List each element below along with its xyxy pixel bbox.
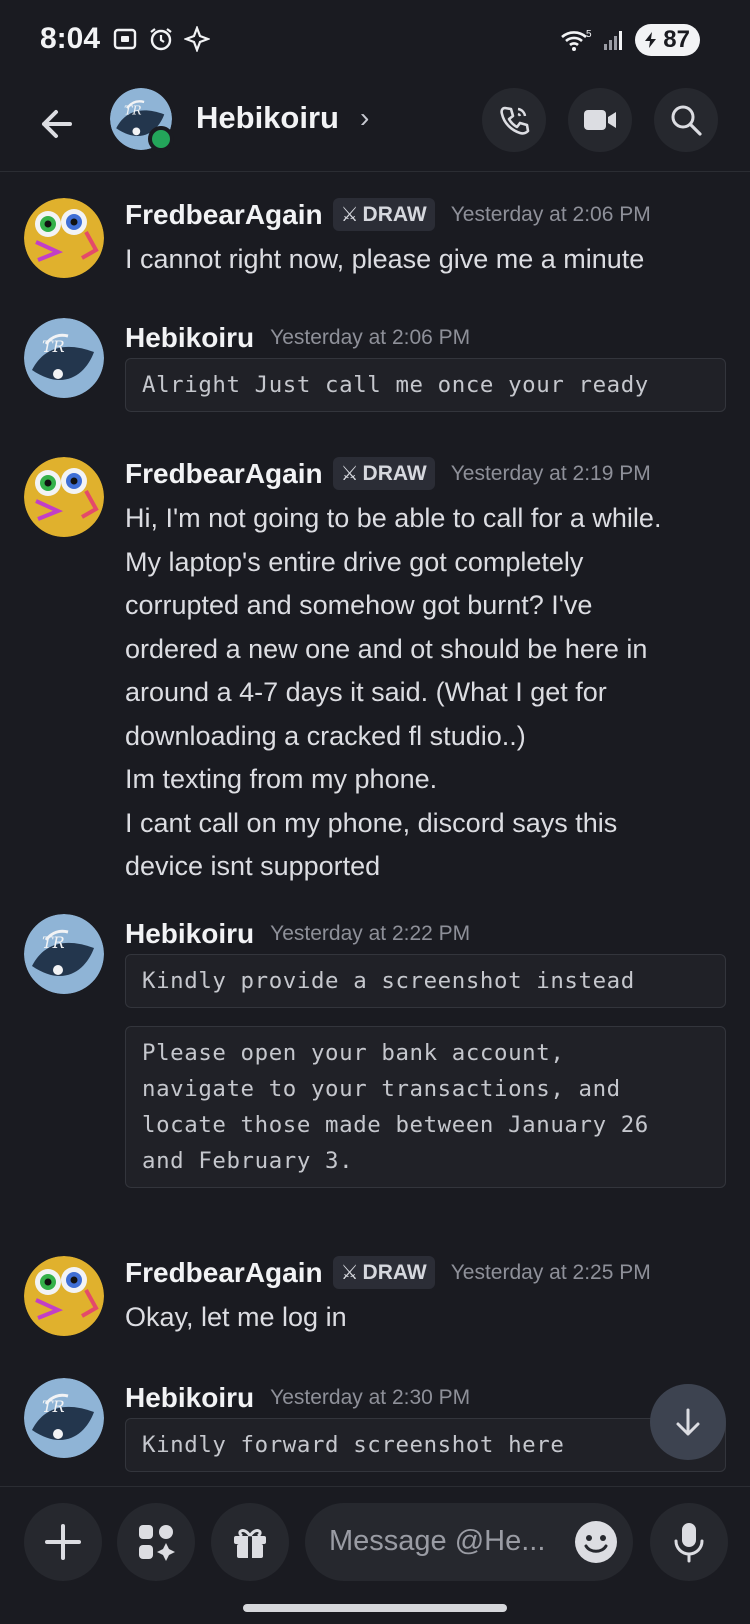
sword-icon: ⚔: [340, 204, 359, 226]
search-icon: [671, 105, 702, 136]
message-line: Hi, I'm not going to be able to call for…: [125, 503, 662, 533]
message-timestamp: Yesterday at 2:30 PM: [270, 1386, 471, 1409]
arrow-down-icon: [676, 1408, 700, 1436]
message-line: downloading a cracked fl studio..): [125, 720, 526, 751]
battery-indicator: 87: [635, 24, 700, 56]
message-timestamp: Yesterday at 2:19 PM: [450, 461, 651, 485]
svg-text:TR: TR: [42, 1397, 65, 1416]
svg-text:TR: TR: [42, 933, 65, 952]
message-text[interactable]: Hi, I'm not going to be able to call for…: [125, 497, 745, 889]
message-line: Im texting from my phone.: [125, 764, 438, 794]
svg-text:TR: TR: [124, 102, 142, 117]
message-line: I cannot right now, please give me a min…: [125, 244, 645, 274]
code-block[interactable]: Kindly provide a screenshot instead: [125, 954, 726, 1008]
sword-icon: ⚔: [340, 463, 359, 485]
message-line: Okay, let me log in: [125, 1302, 347, 1332]
home-indicator[interactable]: [243, 1604, 507, 1612]
message-author[interactable]: Hebikoiru: [125, 918, 254, 950]
status-icons-right: 5 87: [559, 24, 700, 56]
status-icons-left: [112, 26, 210, 52]
message-meta: FredbearAgain ⚔ DRAW Yesterday at 2:25 PM: [125, 1256, 651, 1289]
video-camera-icon: [584, 110, 616, 130]
message-timestamp: Yesterday at 2:06 PM: [270, 326, 471, 349]
code-block[interactable]: Alright Just call me once your ready: [125, 358, 726, 412]
apps-button[interactable]: [117, 1503, 195, 1581]
guild-tag-label: DRAW: [362, 1260, 427, 1284]
status-bar: 8:04 5 87: [0, 0, 750, 80]
message-author[interactable]: FredbearAgain: [125, 458, 323, 490]
wifi-label: 5: [586, 29, 592, 40]
sparkle-icon: [184, 26, 210, 52]
guild-tag-label: DRAW: [362, 461, 427, 485]
message-author[interactable]: FredbearAgain: [125, 1257, 323, 1289]
battery-level: 87: [663, 26, 690, 53]
emoji-icon[interactable]: [573, 1519, 619, 1565]
screenshot-icon: [113, 28, 137, 50]
message-timestamp: Yesterday at 2:06 PM: [450, 202, 651, 226]
message-timestamp: Yesterday at 2:25 PM: [450, 1260, 651, 1284]
video-call-button[interactable]: [568, 88, 632, 152]
hebikoiru-avatar[interactable]: TR: [24, 914, 104, 994]
guild-tag-label: DRAW: [362, 202, 427, 226]
message-line: I cant call on my phone, discord says th…: [125, 807, 618, 838]
message-meta: Hebikoiru Yesterday at 2:06 PM: [125, 322, 470, 354]
voice-call-button[interactable]: [482, 88, 546, 152]
jump-to-bottom-button[interactable]: [650, 1384, 726, 1460]
message-text[interactable]: Okay, let me log in: [125, 1296, 745, 1340]
code-block[interactable]: Kindly forward screenshot here: [125, 1418, 726, 1472]
gift-button[interactable]: [211, 1503, 289, 1581]
status-time: 8:04: [40, 22, 101, 55]
message-meta: FredbearAgain ⚔ DRAW Yesterday at 2:19 PM: [125, 457, 651, 490]
chat-header: TR Hebikoiru ›: [0, 80, 750, 172]
fredbear-avatar[interactable]: [24, 457, 104, 537]
message-meta: Hebikoiru Yesterday at 2:30 PM: [125, 1382, 470, 1414]
svg-text:TR: TR: [42, 337, 65, 356]
charging-icon: [645, 32, 657, 48]
chevron-right-icon[interactable]: ›: [360, 102, 369, 134]
message-line: ordered a new one and ot should be here …: [125, 633, 648, 664]
voice-message-button[interactable]: [650, 1503, 728, 1581]
guild-tag[interactable]: ⚔ DRAW: [332, 1256, 435, 1289]
hebikoiru-avatar[interactable]: TR: [24, 1378, 104, 1458]
microphone-icon: [674, 1523, 704, 1563]
search-button[interactable]: [654, 88, 718, 152]
code-block[interactable]: Please open your bank account, navigate …: [125, 1026, 726, 1188]
back-arrow-icon[interactable]: [30, 96, 86, 152]
message-list[interactable]: FredbearAgain ⚔ DRAW Yesterday at 2:06 PM…: [0, 172, 750, 1486]
gift-icon: [234, 1529, 266, 1558]
contact-name[interactable]: Hebikoiru: [196, 100, 339, 136]
message-timestamp: Yesterday at 2:22 PM: [270, 922, 471, 945]
message-input-placeholder: Message @He...: [329, 1525, 546, 1557]
sword-icon: ⚔: [340, 1262, 359, 1284]
message-input[interactable]: Message @He...: [305, 1503, 633, 1581]
message-author[interactable]: Hebikoiru: [125, 1382, 254, 1414]
online-status-dot: [148, 126, 174, 152]
message-meta: Hebikoiru Yesterday at 2:22 PM: [125, 918, 470, 950]
cell-signal-icon: [604, 31, 623, 50]
message-line: My laptop's entire drive got completely: [125, 546, 584, 577]
fredbear-avatar[interactable]: [24, 198, 104, 278]
plus-icon: [45, 1524, 81, 1560]
phone-icon: [500, 106, 530, 135]
message-text[interactable]: I cannot right now, please give me a min…: [125, 238, 745, 282]
alarm-icon: [150, 28, 172, 51]
guild-tag[interactable]: ⚔ DRAW: [332, 198, 435, 231]
fredbear-avatar[interactable]: [24, 1256, 104, 1336]
message-author[interactable]: Hebikoiru: [125, 322, 254, 354]
guild-tag[interactable]: ⚔ DRAW: [332, 457, 435, 490]
message-line: device isnt supported: [125, 851, 381, 881]
wifi-icon: 5: [561, 29, 592, 51]
message-line: around a 4-7 days it said. (What I get f…: [125, 677, 607, 707]
hebikoiru-avatar[interactable]: TR: [24, 318, 104, 398]
apps-icon: [139, 1525, 175, 1561]
message-line: corrupted and somehow got burnt? I've: [125, 590, 593, 620]
message-author[interactable]: FredbearAgain: [125, 199, 323, 231]
message-meta: FredbearAgain ⚔ DRAW Yesterday at 2:06 PM: [125, 198, 651, 231]
add-attachment-button[interactable]: [24, 1503, 102, 1581]
